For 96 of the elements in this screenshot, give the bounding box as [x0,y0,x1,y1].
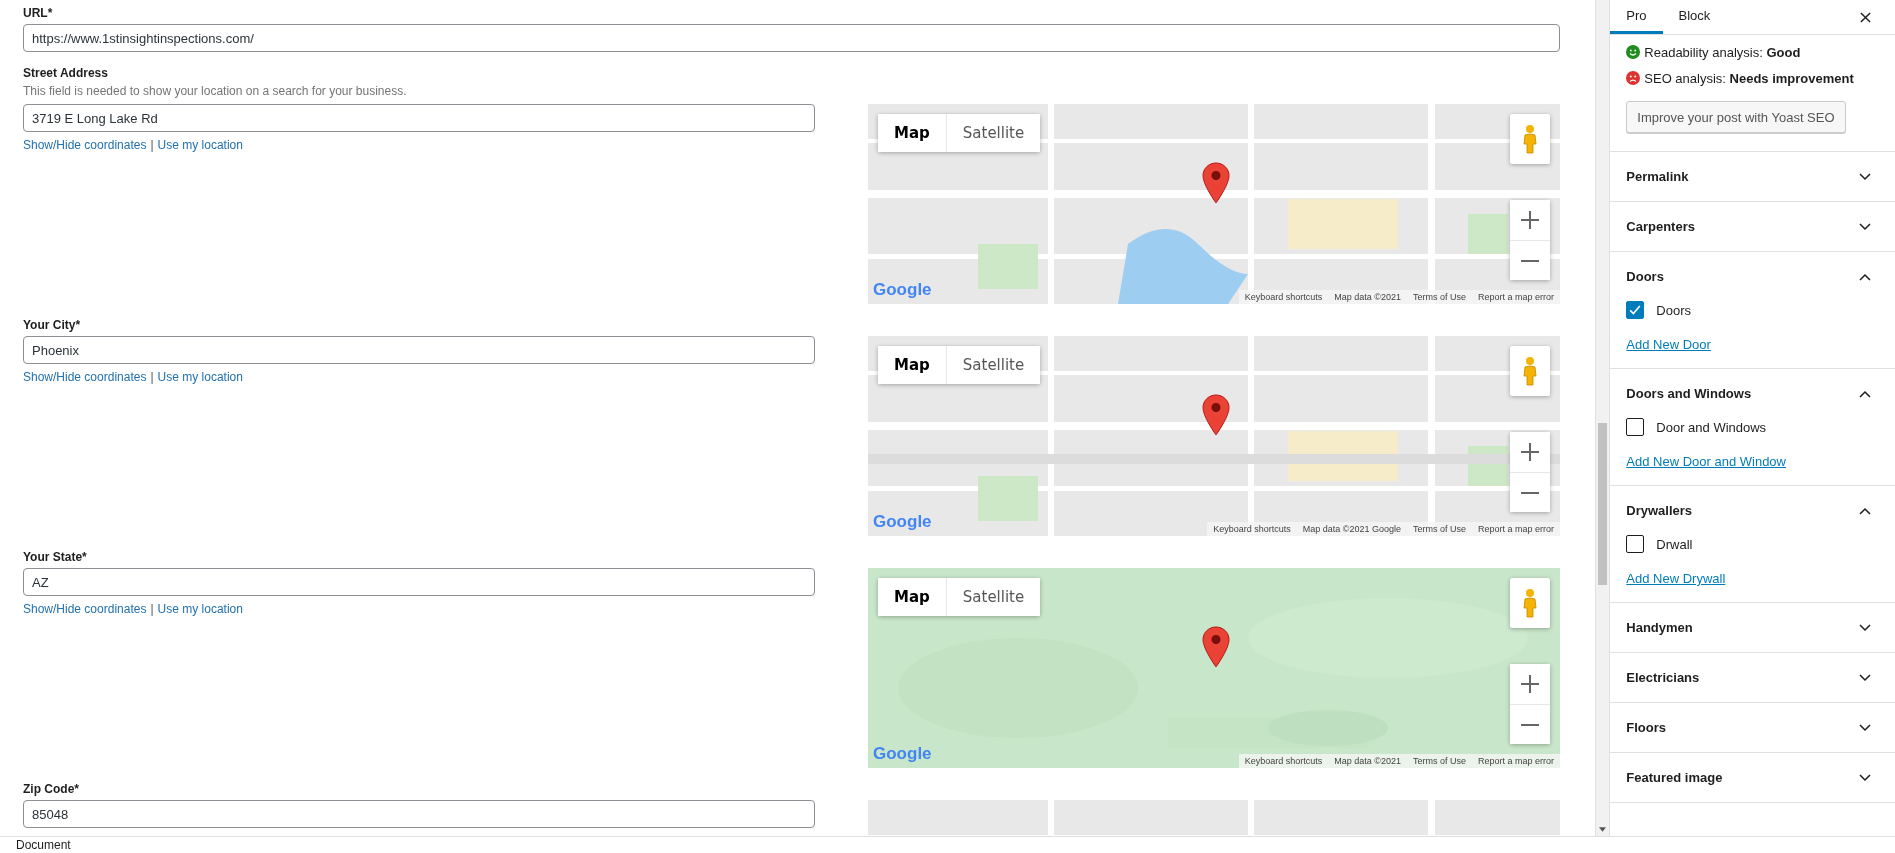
link[interactable]: Use my location [157,370,243,384]
map-logo: Google [873,744,932,764]
map-footer-link[interactable]: Terms of Use [1406,290,1472,304]
field-label: Street Address [23,66,109,80]
close-icon[interactable] [1860,11,1871,23]
chevron-icon [1859,222,1871,231]
add-new-link[interactable]: Add New Door [1626,337,1711,352]
panel-header[interactable]: Drywallers [1610,486,1895,535]
plus-icon [1521,675,1539,693]
checkbox-label: Doors [1656,302,1691,318]
chevron-icon [1859,506,1871,515]
map-footer-link[interactable]: Report a map error [1471,754,1560,768]
sidebar-tab[interactable]: Pro [1610,0,1663,34]
plus-icon [1521,443,1539,461]
map-footer-link[interactable]: Keyboard shortcuts [1238,290,1329,304]
zoom-out-button[interactable] [1510,472,1550,512]
link-separator: | [150,370,154,384]
map-type-tab[interactable]: Map [878,346,946,384]
map-footer-link[interactable]: Keyboard shortcuts [1238,754,1329,768]
panel-header[interactable]: Handymen [1610,603,1895,652]
chevron-icon [1859,272,1871,281]
minus-icon [1521,723,1539,726]
map-pin-icon[interactable] [1202,626,1230,668]
checkbox-label: Drwall [1656,536,1693,552]
map-logo: Google [873,280,932,300]
panel-header[interactable]: Floors [1610,703,1895,752]
map-footer-link[interactable]: Terms of Use [1406,522,1472,536]
panel-header[interactable]: Featured image [1610,753,1895,802]
improve-button[interactable]: Improve your post with Yoast SEO [1626,101,1846,133]
scroll-down-icon[interactable] [1599,827,1607,832]
link-separator: | [150,138,154,152]
panel-header[interactable]: Doors and Windows [1610,369,1895,418]
zoom-out-button[interactable] [1510,240,1550,280]
scrollbar-thumb[interactable] [1598,423,1608,585]
person-icon [1522,356,1538,386]
map-logo: Google [873,512,932,532]
link[interactable]: Show/Hide coordinates [23,370,147,384]
add-new-link[interactable]: Add New Door and Window [1626,454,1786,469]
chevron-icon [1859,723,1871,732]
input-field[interactable]: https://www.1stinsightinspections.com/ [23,24,1560,52]
input-field[interactable]: Phoenix [23,336,815,364]
chevron-icon [1859,673,1871,682]
field-description: This field is needed to show your location on a search for your business. [23,84,408,98]
person-icon [1522,124,1538,154]
link-separator: | [150,602,154,616]
link[interactable]: Use my location [157,602,243,616]
checkbox[interactable] [1626,535,1645,553]
zoom-in-button[interactable] [1510,200,1550,240]
map-type-tab[interactable]: Map [878,578,946,616]
checkbox[interactable] [1626,301,1645,319]
add-new-link[interactable]: Add New Drywall [1626,571,1726,586]
map-type-tab[interactable]: Map [878,114,946,152]
analysis-result: Readability analysis: Good [1644,44,1801,60]
map-footer-link[interactable]: Terms of Use [1406,754,1472,768]
zoom-out-button[interactable] [1510,704,1550,744]
panel-header[interactable]: Doors [1610,252,1895,301]
link[interactable]: Use my location [157,138,243,152]
panel-header[interactable]: Electricians [1610,653,1895,702]
map-footer-link[interactable]: Report a map error [1471,290,1560,304]
minus-icon [1521,259,1539,262]
analysis-result: SEO analysis: Needs improvement [1644,70,1854,86]
map-type-tab[interactable]: Satellite [945,114,1041,152]
field-label: Your City* [23,318,82,332]
input-field[interactable]: 85048 [23,800,815,828]
sidebar-tab[interactable]: Block [1662,0,1727,34]
chevron-icon [1859,172,1871,181]
chevron-icon [1859,623,1871,632]
map-type-tab[interactable]: Satellite [945,346,1041,384]
map-pin-icon[interactable] [1202,394,1230,436]
input-field[interactable]: 3719 E Long Lake Rd [23,104,815,132]
chevron-icon [1859,773,1871,782]
field-label: Your State* [23,550,88,564]
panel-header[interactable]: Carpenters [1610,202,1895,251]
scrollbar[interactable] [1595,0,1610,836]
zoom-in-button[interactable] [1510,664,1550,704]
checkbox[interactable] [1626,418,1645,436]
link[interactable]: Show/Hide coordinates [23,602,147,616]
map-footer-link[interactable]: Map data ©2021 [1328,754,1407,768]
field-label: URL* [23,6,54,20]
input-field[interactable]: AZ [23,568,815,596]
field-label: Zip Code* [23,782,80,796]
map-footer-link[interactable]: Map data ©2021 [1328,290,1407,304]
map-footer-link[interactable]: Map data ©2021 Google [1296,522,1407,536]
plus-icon [1521,211,1539,229]
panel-header[interactable]: Permalink [1610,152,1895,201]
chevron-icon [1859,389,1871,398]
map-footer-link[interactable]: Report a map error [1471,522,1560,536]
map-type-tab[interactable]: Satellite [945,578,1041,616]
person-icon [1522,588,1538,618]
map-footer-link[interactable]: Keyboard shortcuts [1207,522,1297,536]
status-bar-label: Document [15,838,71,852]
checkbox-label: Door and Windows [1656,419,1767,435]
map-pin-icon[interactable] [1202,162,1230,204]
link[interactable]: Show/Hide coordinates [23,138,147,152]
minus-icon [1521,491,1539,494]
zoom-in-button[interactable] [1510,432,1550,472]
